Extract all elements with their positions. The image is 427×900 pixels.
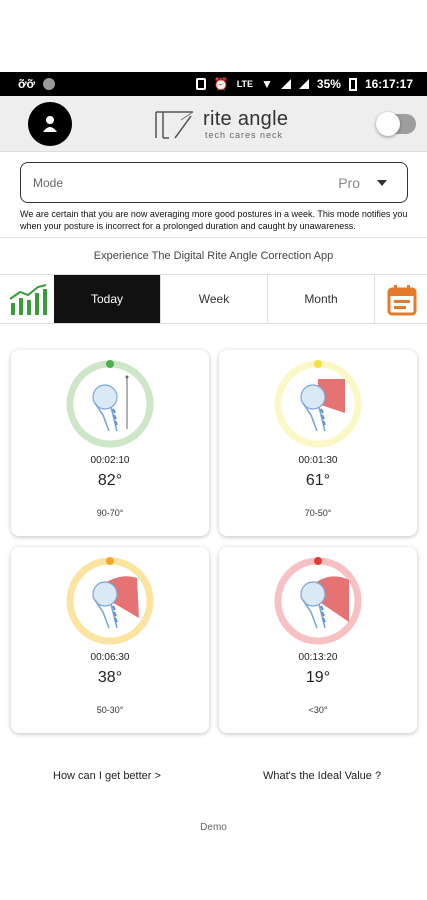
angle-range: <30° [308, 705, 328, 715]
calendar-button[interactable] [374, 275, 427, 323]
battery-icon [348, 77, 357, 91]
stats-button[interactable] [0, 275, 54, 323]
angle-range: 50-30° [96, 705, 124, 715]
clock: 16:17:17 [364, 77, 413, 91]
brand-name: rite angle [203, 108, 289, 130]
posture-card[interactable]: 00:06:30 38° 50-30° [11, 547, 209, 733]
angle-value: 19° [305, 669, 331, 686]
brand-logo: rite angle tech cares neck [153, 106, 303, 142]
duration-value: 00:01:30 [298, 455, 338, 466]
angle-value: 38° [97, 669, 123, 686]
notification-icon [43, 78, 56, 90]
settings-toggle[interactable] [376, 112, 416, 136]
posture-gauge [66, 557, 154, 645]
angle-value: 82° [97, 472, 123, 489]
experience-text: Experience The Digital Rite Angle Correc… [93, 250, 334, 262]
angle-range: 70-50° [304, 508, 332, 518]
mode-label: Mode [33, 176, 64, 190]
app-header: rite angle tech cares neck [0, 96, 427, 152]
tab-today[interactable]: Today [54, 275, 160, 323]
chart-icon [9, 284, 47, 315]
duration-value: 00:02:10 [90, 455, 130, 466]
profile-avatar-button[interactable] [28, 102, 72, 146]
rite-angle-logo-icon [155, 111, 194, 139]
brand-tagline: tech cares neck [205, 130, 284, 140]
angle-range: 90-70° [96, 508, 124, 518]
posture-gauge [66, 360, 154, 448]
ideal-value-link[interactable]: What's the Ideal Value ? [263, 770, 381, 782]
status-bar: ỡỡ ⏰ LTE ▼ 35% 16:17:17 [0, 72, 427, 96]
alarm-icon: ⏰ [213, 77, 229, 91]
battery-percent: 35% [316, 77, 341, 91]
mode-description: We are certain that you are now averagin… [20, 209, 408, 231]
posture-gauge [274, 360, 362, 448]
tab-week[interactable]: Week [160, 275, 267, 323]
signal-icon-2 [298, 79, 309, 89]
angle-value: 61° [305, 472, 331, 489]
signal-icon [280, 79, 291, 89]
tab-month[interactable]: Month [267, 275, 374, 323]
posture-card[interactable]: 00:02:10 82° 90-70° [11, 350, 209, 536]
posture-card[interactable]: 00:13:20 19° <30° [219, 547, 417, 733]
period-tabs: Today Week Month [0, 274, 427, 324]
duration-value: 00:13:20 [298, 652, 338, 663]
demo-label[interactable]: Demo [0, 822, 427, 832]
mode-select[interactable]: Mode Pro [20, 162, 408, 203]
calendar-icon [387, 285, 417, 316]
posture-card[interactable]: 00:01:30 61° 70-50° [219, 350, 417, 536]
duration-value: 00:06:30 [90, 652, 130, 663]
chevron-down-icon [377, 180, 387, 186]
divider [0, 237, 427, 238]
carrier-label: ỡỡ [18, 77, 36, 91]
posture-gauge [274, 557, 362, 645]
vibrate-icon [195, 78, 206, 90]
user-icon [43, 116, 57, 132]
mode-value: Pro [338, 175, 360, 191]
network-label: LTE [236, 79, 254, 89]
wifi-icon: ▼ [261, 77, 273, 91]
how-to-improve-link[interactable]: How can I get better > [53, 770, 161, 782]
